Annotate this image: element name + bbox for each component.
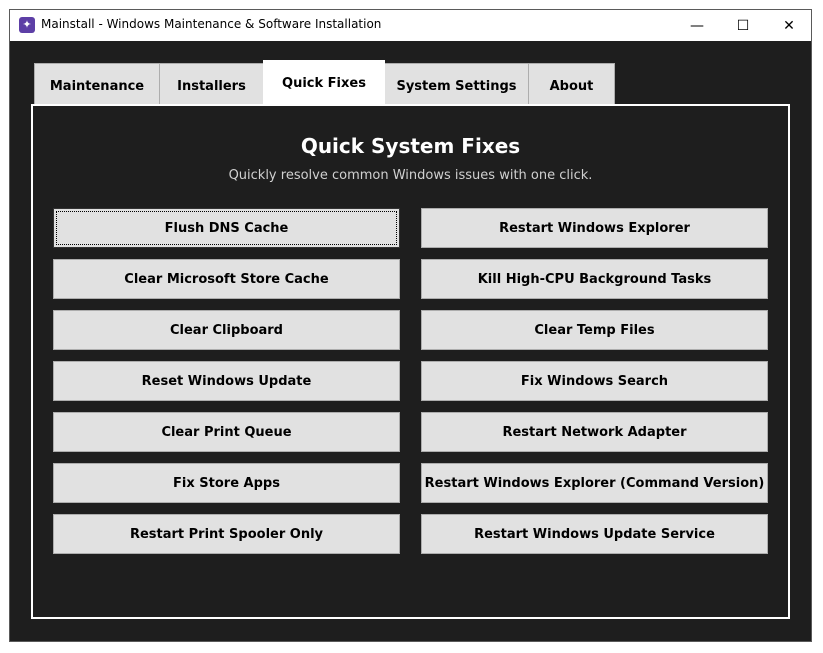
restart-windows-update-service-button[interactable]: Restart Windows Update Service: [421, 514, 768, 554]
app-window: ✦ Mainstall - Windows Maintenance & Soft…: [9, 9, 812, 642]
restart-windows-explorer-button[interactable]: Restart Windows Explorer: [421, 208, 768, 248]
window-title: Mainstall - Windows Maintenance & Softwa…: [41, 17, 382, 31]
restart-network-adapter-button[interactable]: Restart Network Adapter: [421, 412, 768, 452]
minimize-icon[interactable]: —: [674, 10, 720, 41]
title-bar[interactable]: ✦ Mainstall - Windows Maintenance & Soft…: [10, 10, 811, 41]
app-icon: ✦: [19, 17, 35, 33]
tab-about[interactable]: About: [528, 63, 615, 105]
kill-high-cpu-tasks-button[interactable]: Kill High-CPU Background Tasks: [421, 259, 768, 299]
tab-installers[interactable]: Installers: [159, 63, 264, 105]
tab-quick-fixes[interactable]: Quick Fixes: [263, 60, 385, 106]
clear-clipboard-button[interactable]: Clear Clipboard: [53, 310, 400, 350]
tab-maintenance[interactable]: Maintenance: [34, 63, 160, 105]
restart-print-spooler-button[interactable]: Restart Print Spooler Only: [53, 514, 400, 554]
quick-fixes-panel: Quick System Fixes Quickly resolve commo…: [31, 104, 790, 619]
restart-explorer-command-button[interactable]: Restart Windows Explorer (Command Versio…: [421, 463, 768, 503]
clear-temp-files-button[interactable]: Clear Temp Files: [421, 310, 768, 350]
tab-system-settings[interactable]: System Settings: [384, 63, 529, 105]
clear-print-queue-button[interactable]: Clear Print Queue: [53, 412, 400, 452]
panel-title: Quick System Fixes: [300, 134, 521, 158]
close-icon[interactable]: ✕: [766, 10, 812, 41]
flush-dns-cache-button[interactable]: Flush DNS Cache: [53, 208, 400, 248]
fix-store-apps-button[interactable]: Fix Store Apps: [53, 463, 400, 503]
clear-store-cache-button[interactable]: Clear Microsoft Store Cache: [53, 259, 400, 299]
fix-windows-search-button[interactable]: Fix Windows Search: [421, 361, 768, 401]
maximize-icon[interactable]: ☐: [720, 10, 766, 41]
reset-windows-update-button[interactable]: Reset Windows Update: [53, 361, 400, 401]
panel-subtitle: Quickly resolve common Windows issues wi…: [228, 168, 593, 183]
